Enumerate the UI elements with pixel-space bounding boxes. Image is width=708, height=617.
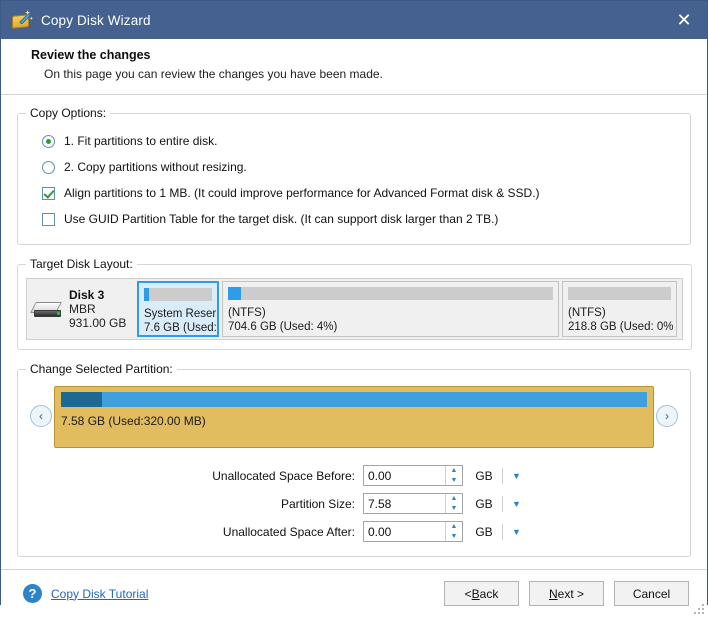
copy-options-group: Copy Options: 1. Fit partitions to entir… [17, 106, 691, 245]
magic-wand-icon [19, 9, 33, 24]
copy-option-row[interactable]: 2. Copy partitions without resizing. [30, 154, 678, 180]
size-unit-label: GB [475, 524, 493, 539]
target-disk-layout-legend: Target Disk Layout: [30, 257, 133, 271]
copy-disk-tutorial-link[interactable]: Copy Disk Tutorial [51, 587, 148, 601]
unit-dropdown-icon[interactable]: ▼ [510, 525, 523, 538]
spinner-buttons: ▲ ▼ [445, 466, 462, 485]
size-spinner[interactable]: ▲▼ [363, 521, 463, 542]
size-input[interactable] [364, 494, 445, 513]
spinner-down-icon[interactable]: ▼ [446, 476, 462, 486]
partition-usage-bar [568, 287, 671, 300]
disk-scheme: MBR [69, 302, 96, 316]
selected-partition-stage: ‹ 7.58 GB (Used:320.00 MB) › [30, 386, 678, 448]
disk-partition[interactable]: (NTFS) 218.8 GB (Used: 0% [562, 281, 677, 337]
spinner-up-icon[interactable]: ▲ [446, 466, 462, 476]
selected-partition-usage [61, 392, 647, 407]
resize-grip-icon[interactable] [694, 604, 704, 614]
change-selected-partition-legend: Change Selected Partition: [30, 362, 173, 376]
back-button[interactable]: < Back [444, 581, 519, 606]
unit-separator [502, 467, 503, 484]
page-header: Review the changes On this page you can … [1, 39, 707, 95]
copy-option-row[interactable]: 1. Fit partitions to entire disk. [30, 128, 678, 154]
disk-partition[interactable]: (NTFS) 704.6 GB (Used: 4%) [222, 281, 559, 337]
partition-detail: 704.6 GB (Used: 4%) [228, 321, 338, 333]
size-unit-label: GB [475, 496, 493, 511]
size-unit-label: GB [475, 468, 493, 483]
disk-info: Disk 3 MBR 931.00 GB [29, 281, 137, 337]
partition-used-fill [144, 288, 150, 301]
page-body: Copy Options: 1. Fit partitions to entir… [1, 95, 707, 569]
size-field-row: Unallocated Space After:▲▼GB▼ [28, 518, 680, 545]
spinner-buttons: ▲ ▼ [445, 522, 462, 541]
checkbox-3[interactable] [42, 212, 55, 226]
copy-option-label: Align partitions to 1 MB. (It could impr… [64, 186, 540, 200]
page-title: Review the changes [31, 48, 151, 62]
partition-usage-bar [228, 287, 553, 300]
target-disk-layout-group: Target Disk Layout: Disk 3 MBR 931.00 GB… [17, 257, 692, 350]
page-subtitle: On this page you can review the changes … [44, 67, 383, 81]
partition-usage-bar [144, 288, 212, 301]
title-bar: Copy Disk Wizard ✕ [1, 1, 707, 39]
cancel-button[interactable]: Cancel [614, 581, 689, 606]
footer-buttons: < Back Next > Cancel [444, 581, 689, 606]
partition-label: (NTFS) [568, 307, 606, 319]
partition-detail: 7.6 GB (Used: [144, 322, 217, 334]
spinner-down-icon[interactable]: ▼ [446, 504, 462, 514]
copy-option-label: 2. Copy partitions without resizing. [64, 160, 247, 174]
partition-size-fields: Unallocated Space Before:▲▼GB▼Partition … [28, 462, 680, 545]
spinner-down-icon[interactable]: ▼ [446, 532, 462, 542]
unit-dropdown-icon[interactable]: ▼ [510, 497, 523, 510]
copy-options-legend: Copy Options: [30, 106, 107, 120]
partition-detail: 218.8 GB (Used: 0% [568, 321, 674, 333]
disk-partition[interactable]: System Reser 7.6 GB (Used: [137, 281, 219, 337]
copy-options-list: 1. Fit partitions to entire disk. 2. Copy… [18, 120, 690, 244]
copy-option-label: 1. Fit partitions to entire disk. [64, 134, 218, 148]
spinner-buttons: ▲ ▼ [445, 494, 462, 513]
size-input[interactable] [364, 466, 445, 485]
size-spinner[interactable]: ▲▼ [363, 465, 463, 486]
selected-partition-label: 7.58 GB (Used:320.00 MB) [61, 414, 206, 428]
disk-strip: Disk 3 MBR 931.00 GB System Reser 7.6 GB … [26, 278, 683, 340]
radio-1[interactable] [42, 160, 55, 174]
disk-capacity: 931.00 GB [69, 316, 127, 330]
size-input[interactable] [364, 522, 445, 541]
size-field-row: Partition Size:▲▼GB▼ [28, 490, 680, 517]
close-icon[interactable]: ✕ [661, 1, 707, 39]
size-field-label: Unallocated Space After: [222, 524, 355, 539]
unit-separator [502, 523, 503, 540]
help-icon[interactable]: ? [23, 584, 42, 603]
copy-disk-wizard-window: Copy Disk Wizard ✕ Review the changes On… [0, 0, 708, 617]
size-field-label: Unallocated Space Before: [212, 468, 355, 483]
size-field-row: Unallocated Space Before:▲▼GB▼ [28, 462, 680, 489]
spinner-up-icon[interactable]: ▲ [446, 494, 462, 504]
selected-partition-bar[interactable]: 7.58 GB (Used:320.00 MB) [54, 386, 654, 448]
copy-option-row[interactable]: Align partitions to 1 MB. (It could impr… [30, 180, 678, 206]
unit-dropdown-icon[interactable]: ▼ [510, 469, 523, 482]
size-field-label: Partition Size: [280, 496, 355, 511]
copy-option-label: Use GUID Partition Table for the target … [64, 212, 499, 226]
partition-label: System Reser [144, 308, 217, 320]
partition-label: (NTFS) [228, 307, 266, 319]
checkbox-2[interactable] [42, 186, 55, 200]
size-spinner[interactable]: ▲▼ [363, 493, 463, 514]
next-button[interactable]: Next > [529, 581, 604, 606]
partition-list: System Reser 7.6 GB (Used: (NTFS) 704.6 GB … [137, 281, 680, 337]
selected-partition-used-fill [61, 392, 103, 407]
wizard-disk-icon [12, 9, 33, 30]
disk-name: Disk 3 [69, 288, 105, 302]
dialog-footer: ? Copy Disk Tutorial < Back Next > Cancel [1, 569, 707, 617]
next-partition-icon[interactable]: › [656, 405, 678, 427]
hard-disk-icon [30, 300, 63, 319]
spinner-up-icon[interactable]: ▲ [446, 522, 462, 532]
partition-used-fill [228, 287, 241, 300]
previous-partition-icon[interactable]: ‹ [30, 405, 52, 427]
radio-0[interactable] [42, 134, 55, 148]
window-title: Copy Disk Wizard [41, 12, 151, 28]
copy-option-row[interactable]: Use GUID Partition Table for the target … [30, 206, 678, 232]
change-selected-partition-group: Change Selected Partition: ‹ 7.58 GB (Us… [17, 362, 691, 557]
unit-separator [502, 495, 503, 512]
